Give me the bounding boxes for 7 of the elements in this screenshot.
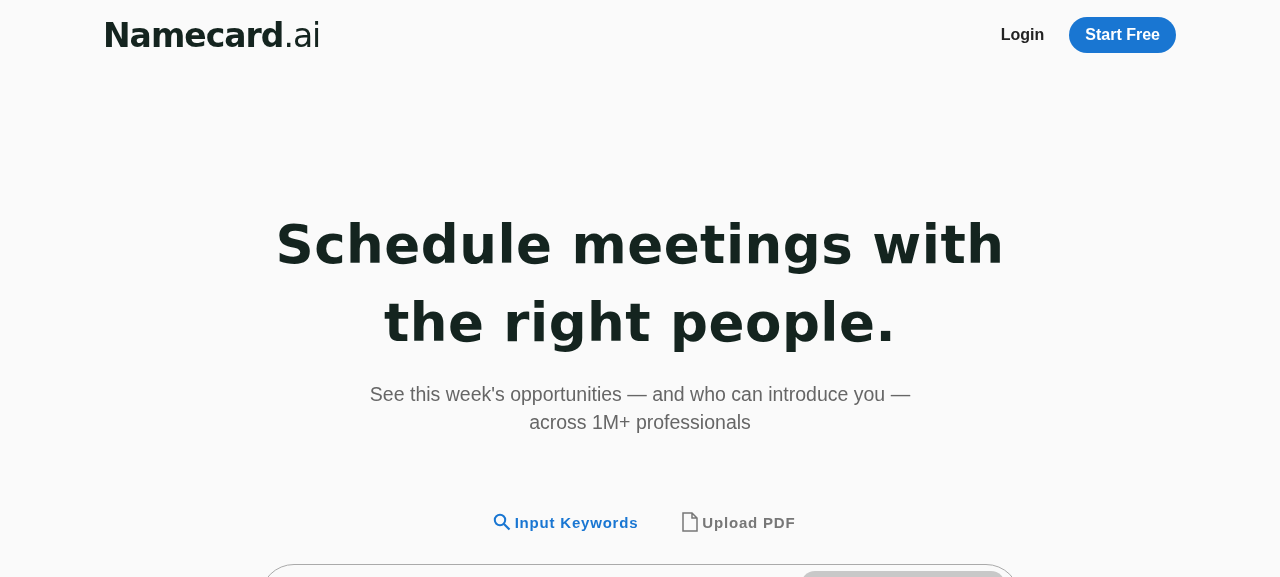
subtitle: See this week's opportunities — and who can introduce you — across 1M+ professionals — [369, 382, 911, 435]
logo[interactable]: Namecard.ai — [103, 15, 321, 55]
mode-tab[interactable]: Upload PDF — [682, 512, 796, 532]
login-link[interactable]: Login — [1000, 26, 1045, 44]
start-free-button[interactable]: Start Free — [1069, 17, 1176, 53]
headline: Schedule meetings with the right people. — [275, 213, 1005, 355]
mode-tab[interactable]: Input Keywords — [492, 512, 639, 532]
